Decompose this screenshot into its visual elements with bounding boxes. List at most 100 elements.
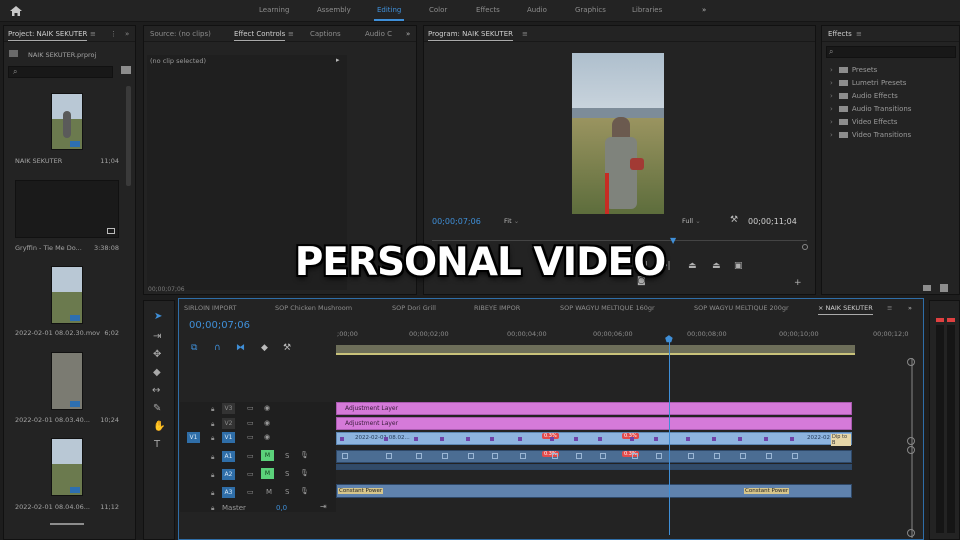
- scroll-handle[interactable]: [907, 529, 915, 537]
- quality-dropdown[interactable]: Full ⌄: [682, 217, 701, 225]
- eye-icon[interactable]: ◉: [264, 433, 270, 441]
- razor-tool-icon[interactable]: ◆: [153, 367, 161, 378]
- workspace-audio[interactable]: Audio: [527, 6, 547, 14]
- snap-icon[interactable]: ∩: [214, 343, 221, 353]
- add-marker-icon[interactable]: ◆: [261, 343, 268, 353]
- project-tab[interactable]: Project: NAIK SEKUTER: [8, 30, 88, 41]
- mute-a1-button[interactable]: M: [261, 450, 274, 461]
- sync-lock-icon[interactable]: ▭: [247, 488, 254, 496]
- workspace-assembly[interactable]: Assembly: [317, 6, 351, 14]
- project-thumb-0[interactable]: [51, 93, 83, 150]
- play-arrow-icon[interactable]: ▸: [336, 56, 340, 64]
- program-video-frame[interactable]: [572, 53, 664, 214]
- mute-a2-button[interactable]: M: [261, 468, 274, 479]
- workspace-editing[interactable]: Editing: [374, 6, 405, 21]
- eye-icon[interactable]: ◉: [264, 404, 270, 412]
- panel-more-icon[interactable]: »: [406, 30, 410, 38]
- new-bin-icon[interactable]: [121, 66, 131, 74]
- hand-tool-icon[interactable]: ✋: [153, 421, 165, 432]
- sequence-menu-icon[interactable]: ≡: [887, 304, 892, 312]
- slip-tool-icon[interactable]: ↔: [152, 385, 160, 396]
- tab-source[interactable]: Source: (no clips): [150, 30, 211, 38]
- track-select-tool-icon[interactable]: ⇥: [153, 331, 161, 342]
- effects-menu-icon[interactable]: ≡: [856, 30, 862, 38]
- effect-controls-menu-icon[interactable]: ≡: [288, 30, 294, 38]
- lock-icon[interactable]: 🔒︎: [211, 489, 214, 498]
- microphone-icon[interactable]: 🎙︎: [300, 469, 309, 477]
- effects-item-audio-effects[interactable]: › Audio Effects: [830, 92, 898, 100]
- program-menu-icon[interactable]: ≡: [522, 30, 528, 38]
- sequence-tab-ribeye[interactable]: RIBEYE IMPOR: [474, 304, 520, 312]
- solo-a2-button[interactable]: S: [285, 470, 289, 478]
- project-search-input[interactable]: ⌕: [8, 66, 113, 78]
- workspace-color[interactable]: Color: [429, 6, 447, 14]
- track-v3-toggle[interactable]: V3: [222, 403, 235, 414]
- lock-icon[interactable]: 🔒︎: [211, 420, 214, 429]
- project-expand-icon[interactable]: »: [125, 30, 129, 38]
- project-thumb-3[interactable]: [51, 352, 83, 410]
- transition-label[interactable]: Constant Power: [744, 488, 790, 494]
- sequence-tab-wagyu-160[interactable]: SOP WAGYU MELTIQUE 160gr: [560, 304, 655, 312]
- effects-item-presets[interactable]: › Presets: [830, 66, 877, 74]
- lock-icon[interactable]: 🔒︎: [211, 471, 214, 480]
- program-timecode-current[interactable]: 00;00;07;06: [432, 217, 481, 226]
- lock-icon[interactable]: 🔒︎: [211, 453, 214, 462]
- selection-tool-icon[interactable]: ➤: [154, 311, 162, 322]
- effects-item-video-transitions[interactable]: › Video Transitions: [830, 131, 911, 139]
- track-a2-toggle[interactable]: A2: [222, 469, 235, 480]
- work-area-bar[interactable]: [336, 345, 855, 355]
- transition-label[interactable]: Constant Power: [338, 488, 384, 494]
- linked-selection-icon[interactable]: ⧓: [236, 343, 245, 353]
- adjustment-layer-clip-v2[interactable]: Adjustment Layer: [336, 417, 852, 430]
- microphone-icon[interactable]: 🎙︎: [300, 451, 309, 459]
- nest-icon[interactable]: ⧉: [191, 343, 197, 353]
- master-volume-value[interactable]: 0,0: [276, 504, 287, 512]
- project-thumb-1[interactable]: [15, 180, 119, 238]
- scroll-handle[interactable]: [907, 437, 915, 445]
- go-to-end-icon[interactable]: ⇥: [320, 502, 327, 511]
- wrench-icon[interactable]: ⚒: [730, 215, 738, 225]
- project-menu-icon[interactable]: ≡: [90, 30, 96, 38]
- adjustment-layer-clip-v3[interactable]: Adjustment Layer: [336, 402, 852, 415]
- transition-label[interactable]: Dip to B: [831, 434, 851, 446]
- tab-audio-clip-mixer[interactable]: Audio C: [365, 30, 392, 38]
- sequence-tab-naik-sekuter[interactable]: × NAIK SEKUTER: [818, 304, 873, 315]
- audio-clips-a1[interactable]: [336, 450, 852, 463]
- project-scrollbar[interactable]: [126, 86, 131, 186]
- tab-effect-controls[interactable]: Effect Controls: [234, 30, 286, 41]
- workspace-graphics[interactable]: Graphics: [575, 6, 606, 14]
- workspace-effects[interactable]: Effects: [476, 6, 500, 14]
- sync-lock-icon[interactable]: ▭: [247, 452, 254, 460]
- scroll-handle[interactable]: [907, 446, 915, 454]
- effects-item-video-effects[interactable]: › Video Effects: [830, 118, 897, 126]
- source-v1-patch[interactable]: V1: [187, 432, 200, 443]
- effects-item-audio-transitions[interactable]: › Audio Transitions: [830, 105, 911, 113]
- workspace-learning[interactable]: Learning: [259, 6, 289, 14]
- solo-a3-button[interactable]: S: [285, 488, 289, 496]
- tab-captions[interactable]: Captions: [310, 30, 341, 38]
- timeline-settings-icon[interactable]: ⚒: [283, 343, 291, 353]
- effects-tab[interactable]: Effects: [828, 30, 852, 38]
- sequence-tab-dori[interactable]: SOP Dori Grill: [392, 304, 436, 312]
- track-v2-toggle[interactable]: V2: [222, 418, 235, 429]
- sync-lock-icon[interactable]: ▭: [247, 470, 254, 478]
- ripple-edit-tool-icon[interactable]: ✥: [153, 349, 161, 360]
- effects-item-lumetri[interactable]: › Lumetri Presets: [830, 79, 906, 87]
- workspace-libraries[interactable]: Libraries: [632, 6, 662, 14]
- new-bin-icon[interactable]: [923, 285, 931, 291]
- new-item-icon[interactable]: [940, 284, 948, 292]
- eye-icon[interactable]: ◉: [264, 419, 270, 427]
- project-thumb-4[interactable]: [51, 438, 83, 496]
- home-icon[interactable]: [8, 3, 24, 19]
- track-a1-toggle[interactable]: A1: [222, 451, 235, 462]
- music-clip-a3[interactable]: Constant Power Constant Power: [336, 484, 852, 498]
- scroll-handle[interactable]: [907, 358, 915, 366]
- sync-lock-icon[interactable]: ▭: [247, 433, 254, 441]
- timeline-playhead[interactable]: [669, 340, 670, 535]
- mute-a3-button[interactable]: M: [266, 488, 272, 496]
- sequence-tab-wagyu-200[interactable]: SOP WAGYU MELTIQUE 200gr: [694, 304, 789, 312]
- sync-lock-icon[interactable]: ▭: [247, 404, 254, 412]
- playhead-handle-icon[interactable]: ⬟: [665, 335, 673, 345]
- lock-icon[interactable]: 🔒︎: [211, 504, 214, 513]
- sequence-tab-sirloin[interactable]: SIRLOIN IMPORT: [184, 304, 237, 312]
